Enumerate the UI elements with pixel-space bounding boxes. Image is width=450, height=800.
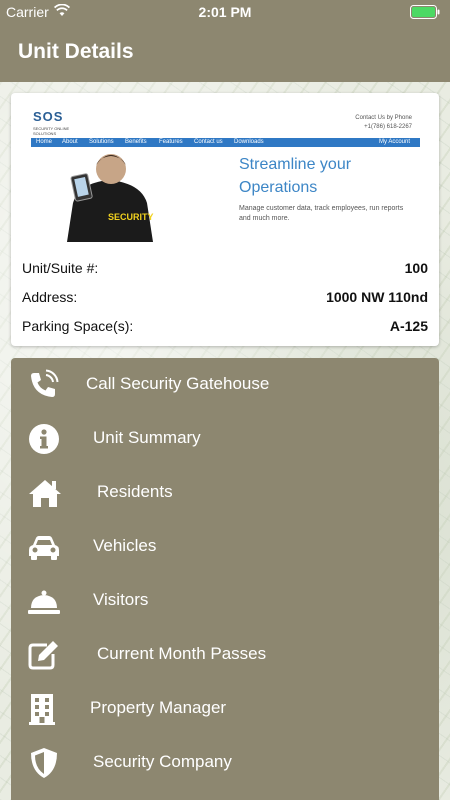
banner-nav: Home About Solutions Benefits Features C… (31, 138, 420, 147)
menu-label: Unit Summary (93, 428, 201, 447)
banner-nav-item: About (62, 139, 78, 145)
banner-nav-item: Contact us (194, 139, 223, 145)
hero-text: Manage customer data, track employees, r… (239, 205, 404, 222)
banner-nav-item: Benefits (125, 139, 147, 145)
unit-suite-label: Unit/Suite #: (22, 260, 99, 276)
banner-nav-item: Features (159, 139, 183, 145)
unit-card: SOS SECURITY ONLINE SOLUTIONS Contact Us… (11, 93, 439, 346)
page-title: Unit Details (18, 40, 134, 63)
address-label: Address: (22, 289, 78, 305)
vest-text: SECURITY (108, 212, 154, 222)
banner-nav-account: My Account (378, 139, 410, 145)
promo-banner-image: SOS SECURITY ONLINE SOLUTIONS Contact Us… (29, 107, 422, 247)
clock: 2:01 PM (198, 4, 252, 20)
edit-icon (28, 641, 58, 670)
banner-nav-item: Home (36, 139, 53, 145)
menu-label: Current Month Passes (97, 644, 267, 663)
address-row: Address: 1000 NW 110nd (22, 289, 428, 309)
menu-item-security-company[interactable]: Security Company (11, 736, 439, 790)
menu-label: Property Manager (90, 698, 227, 717)
info-icon (29, 424, 59, 454)
contact-phone: +1(786) 618-2267 (364, 124, 412, 130)
menu-label: Security Company (93, 752, 232, 771)
menu-label: Visitors (93, 590, 149, 609)
hero-title: Streamline your Operations (239, 156, 352, 196)
unit-suite-value: 100 (404, 260, 428, 276)
menu-label: Residents (97, 482, 173, 501)
menu-item-call-security[interactable]: Call Security Gatehouse (11, 358, 439, 412)
bell-icon (28, 590, 60, 614)
home-icon (29, 480, 61, 507)
menu-label: Vehicles (93, 536, 157, 555)
car-icon (29, 536, 59, 560)
shield-icon (31, 748, 57, 778)
menu-item-property-manager[interactable]: Property Manager (11, 682, 439, 736)
banner-nav-item: Solutions (89, 139, 114, 145)
unit-suite-row: Unit/Suite #: 100 (22, 260, 428, 280)
banner-nav-item: Downloads (234, 139, 264, 145)
parking-row: Parking Space(s): A-125 (22, 318, 428, 338)
security-guard-image: SECURITY (67, 154, 154, 242)
parking-label: Parking Space(s): (22, 318, 134, 334)
menu-item-current-month-passes[interactable]: Current Month Passes (11, 628, 439, 682)
phone-icon (31, 369, 59, 397)
address-value: 1000 NW 110nd (326, 289, 428, 305)
building-icon (29, 694, 55, 725)
contact-label: Contact Us by Phone (355, 115, 412, 121)
status-bar: Carrier 2:01 PM (0, 0, 450, 24)
battery-icon (410, 5, 440, 19)
menu-item-vehicles[interactable]: Vehicles (11, 520, 439, 574)
menu-item-residents[interactable]: Residents (11, 466, 439, 520)
sos-logo: SOS SECURITY ONLINE SOLUTIONS (33, 109, 70, 136)
parking-value: A-125 (389, 318, 428, 334)
menu-item-unit-summary[interactable]: Unit Summary (11, 412, 439, 466)
nav-bar: Unit Details (0, 24, 450, 82)
menu-item-visitors[interactable]: Visitors (11, 574, 439, 628)
menu-label: Call Security Gatehouse (86, 374, 270, 393)
action-menu: Call Security Gatehouse Unit Summary Res… (11, 358, 439, 800)
